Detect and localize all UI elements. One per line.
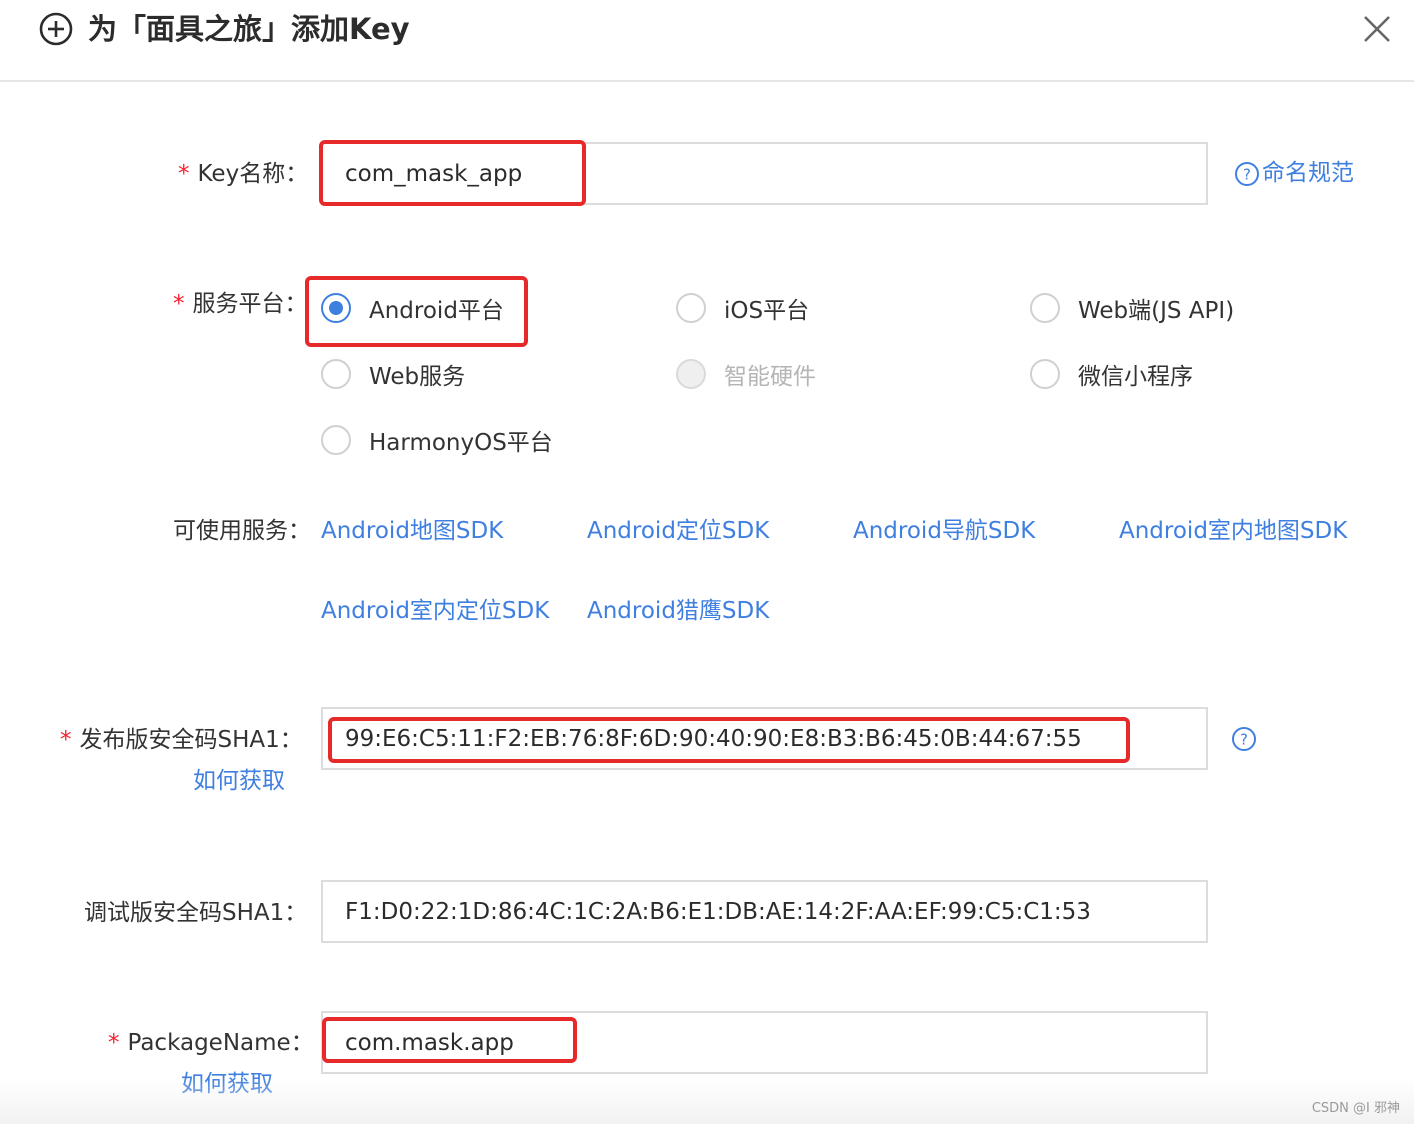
radio-wechat-miniprogram-circle[interactable]: [1030, 359, 1060, 389]
service-link-indoor-map-sdk[interactable]: Android室内地图SDK: [1119, 515, 1347, 547]
radio-ios-circle[interactable]: [676, 293, 706, 323]
package-name-input[interactable]: [321, 1011, 1208, 1074]
key-name-input[interactable]: [321, 142, 1208, 205]
dialog-header: 为「面具之旅」添加Key: [0, 0, 1414, 82]
debug-sha1-input[interactable]: [321, 880, 1208, 943]
service-link-location-sdk[interactable]: Android定位SDK: [587, 515, 769, 547]
service-link-navigation-sdk[interactable]: Android导航SDK: [853, 515, 1035, 547]
radio-android[interactable]: Android平台: [321, 290, 504, 326]
radio-web-service-label: Web服务: [369, 364, 466, 390]
release-sha1-label: * 发布版安全码SHA1：: [60, 727, 303, 753]
required-asterisk: *: [178, 161, 190, 187]
radio-web-js[interactable]: Web端(JS API): [1030, 290, 1234, 326]
radio-harmonyos-circle[interactable]: [321, 425, 351, 455]
release-sha1-how-link[interactable]: 如何获取: [193, 765, 285, 797]
radio-smart-hardware-circle: [676, 359, 706, 389]
naming-rules-link[interactable]: 命名规范: [1262, 157, 1354, 189]
radio-android-label: Android平台: [369, 298, 504, 324]
radio-wechat-miniprogram-label: 微信小程序: [1078, 364, 1193, 390]
add-circle-icon: [39, 12, 73, 46]
required-asterisk: *: [108, 1030, 120, 1056]
radio-harmonyos-label: HarmonyOS平台: [369, 430, 553, 456]
watermark: CSDN @I 邪神: [1311, 1101, 1400, 1116]
radio-harmonyos[interactable]: HarmonyOS平台: [321, 422, 553, 458]
radio-smart-hardware: 智能硬件: [676, 356, 816, 392]
service-link-indoor-location-sdk[interactable]: Android室内定位SDK: [321, 595, 549, 627]
question-circle-icon[interactable]: ?: [1234, 161, 1260, 187]
radio-web-service[interactable]: Web服务: [321, 356, 465, 392]
radio-android-circle[interactable]: [321, 293, 351, 323]
radio-wechat-miniprogram[interactable]: 微信小程序: [1030, 356, 1193, 392]
key-name-label: * Key名称：: [178, 161, 309, 187]
question-circle-icon[interactable]: ?: [1231, 726, 1257, 752]
radio-web-js-circle[interactable]: [1030, 293, 1060, 323]
radio-web-js-label: Web端(JS API): [1078, 298, 1235, 324]
debug-sha1-label: 调试版安全码SHA1：: [84, 900, 308, 926]
radio-ios-label: iOS平台: [724, 298, 810, 324]
close-icon[interactable]: [1360, 12, 1394, 46]
services-label: 可使用服务：: [173, 518, 311, 544]
radio-smart-hardware-label: 智能硬件: [724, 364, 816, 390]
required-asterisk: *: [60, 727, 72, 753]
svg-text:?: ?: [1243, 166, 1251, 184]
svg-text:?: ?: [1240, 731, 1248, 749]
service-link-falcon-sdk[interactable]: Android猎鹰SDK: [587, 595, 769, 627]
required-asterisk: *: [173, 291, 185, 317]
platform-label: * 服务平台：: [173, 291, 308, 317]
release-sha1-input[interactable]: [321, 707, 1208, 770]
package-name-how-link[interactable]: 如何获取: [181, 1068, 273, 1100]
service-link-map-sdk[interactable]: Android地图SDK: [321, 515, 503, 547]
radio-ios[interactable]: iOS平台: [676, 290, 809, 326]
radio-web-service-circle[interactable]: [321, 359, 351, 389]
package-name-label: * PackageName：: [108, 1030, 314, 1056]
dialog-title: 为「面具之旅」添加Key: [88, 12, 410, 46]
